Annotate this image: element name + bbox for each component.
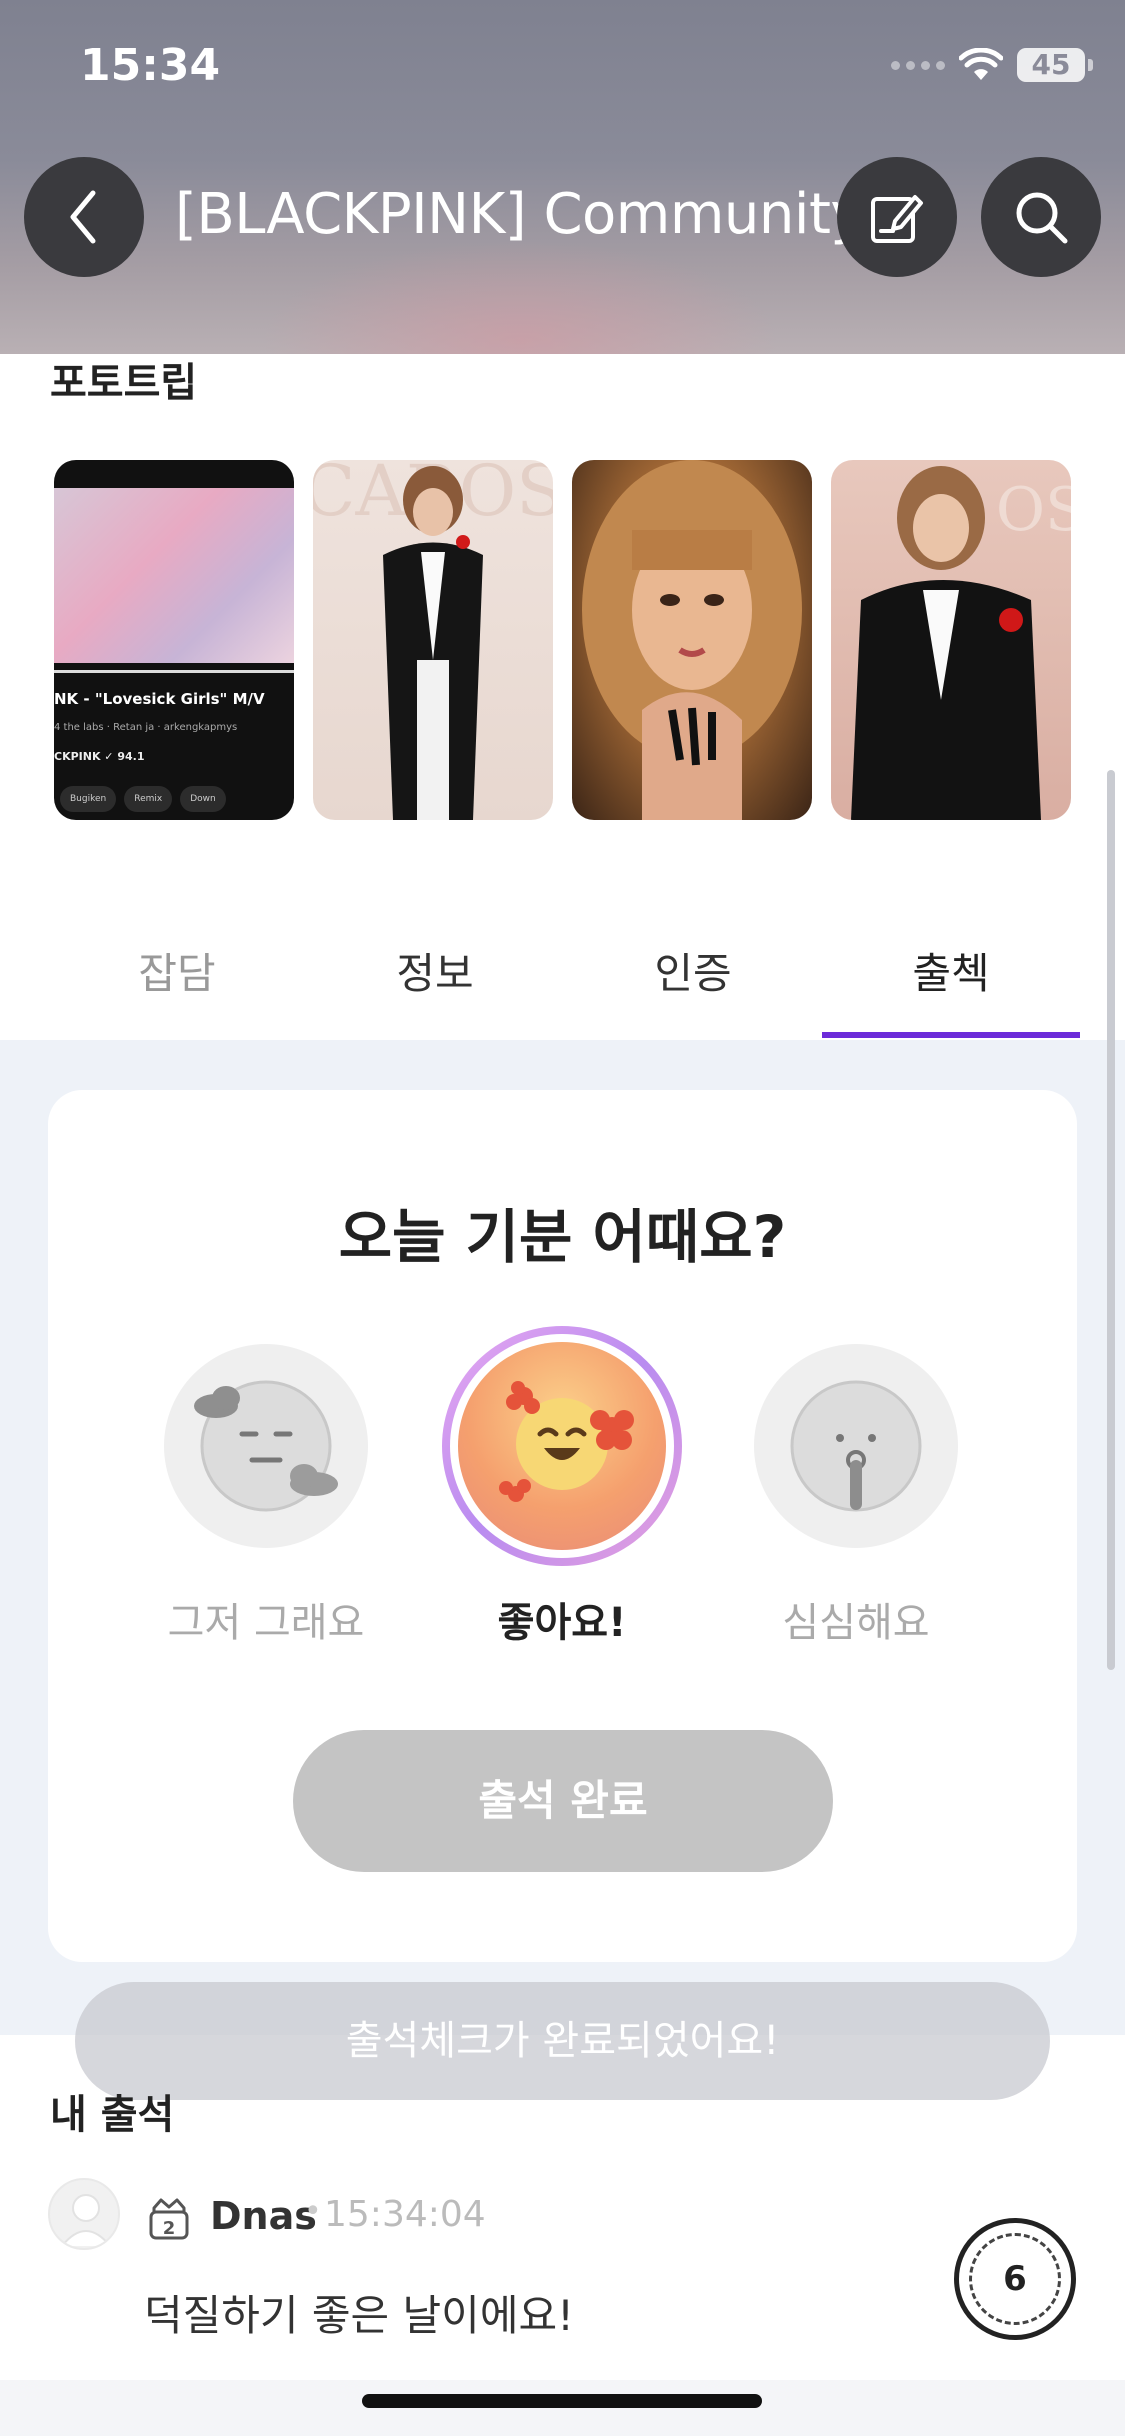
video-still xyxy=(54,488,294,663)
meh-face-icon xyxy=(194,1380,338,1512)
video-title: NK - "Lovesick Girls" M/V xyxy=(54,690,265,708)
person-photo xyxy=(582,460,802,820)
video-meta: 4 the labs · Retan ja · arkengkapmys xyxy=(54,722,238,733)
phototips-carousel[interactable]: NK - "Lovesick Girls" M/V 4 the labs · R… xyxy=(54,460,1071,820)
photo-thumbnail[interactable] xyxy=(572,460,812,820)
home-indicator xyxy=(362,2394,762,2408)
mood-card: 오늘 기분 어때요? 그저 그래요 좋아요! 심심해요 출석 완료 xyxy=(48,1090,1077,1962)
status-time: 15:34 xyxy=(80,40,221,91)
back-button[interactable] xyxy=(24,157,144,277)
tab-attendance[interactable]: 출첵 xyxy=(822,940,1080,1001)
svg-text:OS: OS xyxy=(996,475,1071,545)
attendance-comment: 2 Dnas • 15:34:04 덕질하기 좋은 날이에요! xyxy=(48,2178,1077,2378)
bored-face-icon xyxy=(790,1380,922,1512)
mood-option-good[interactable]: 좋아요! xyxy=(442,1326,682,1648)
search-button[interactable] xyxy=(981,157,1101,277)
write-button[interactable] xyxy=(837,157,957,277)
photo-thumbnail[interactable]: NK - "Lovesick Girls" M/V 4 the labs · R… xyxy=(54,460,294,820)
bottom-strip xyxy=(0,2380,1125,2436)
mood-option-bored[interactable]: 심심해요 xyxy=(754,1344,958,1648)
board-tabs: 잡담 정보 인증 출첵 xyxy=(0,900,1125,1040)
attendance-complete-button[interactable]: 출석 완료 xyxy=(293,1730,833,1872)
person-photo: OS xyxy=(851,466,1071,820)
search-icon xyxy=(1016,192,1068,244)
comment-time: 15:34:04 xyxy=(324,2194,486,2235)
signal-icon xyxy=(891,60,945,70)
mood-option-meh[interactable]: 그저 그래요 xyxy=(164,1344,368,1648)
battery-icon: 45 xyxy=(1017,48,1093,82)
photo-thumbnail[interactable]: CAROS xyxy=(313,460,553,820)
separator-dot: • xyxy=(304,2194,322,2229)
tab-info[interactable]: 정보 xyxy=(306,940,564,1001)
person-photo: CAROS xyxy=(313,460,553,820)
video-channel: CKPINK ✓ 94.1 xyxy=(54,750,145,763)
active-tab-indicator xyxy=(822,1032,1080,1038)
status-icons: 45 xyxy=(891,48,1093,82)
floating-count-button[interactable]: 6 xyxy=(954,2218,1076,2340)
photo-thumbnail[interactable]: OS xyxy=(831,460,1071,820)
phototips-title: 포토트립 xyxy=(50,360,198,406)
edit-icon xyxy=(871,195,923,243)
crown-level-icon: 2 xyxy=(149,2198,189,2240)
scrollbar[interactable] xyxy=(1107,770,1115,1670)
comment-text: 덕질하기 좋은 날이에요! xyxy=(144,2291,574,2340)
header: 15:34 45 [BLACKPINK] Community xyxy=(0,0,1125,354)
page-title: [BLACKPINK] Community xyxy=(175,182,864,247)
mood-label: 그저 그래요 xyxy=(167,1600,365,1646)
tab-verify[interactable]: 인증 xyxy=(564,940,822,1001)
tab-chat[interactable]: 잡담 xyxy=(48,940,306,1001)
default-avatar-icon xyxy=(61,2194,111,2247)
svg-text:2: 2 xyxy=(163,2218,176,2239)
count-value: 6 xyxy=(969,2233,1061,2325)
happy-face-icon xyxy=(499,1381,634,1502)
avatar[interactable] xyxy=(48,2178,120,2250)
mood-label: 심심해요 xyxy=(782,1600,930,1646)
author-name[interactable]: Dnas xyxy=(210,2194,317,2238)
mood-question: 오늘 기분 어때요? xyxy=(338,1203,787,1271)
chevron-left-icon xyxy=(70,190,96,244)
mood-label: 좋아요! xyxy=(497,1600,627,1646)
video-actions: Bugiken Remix Down xyxy=(60,786,226,812)
toast-message: 출석체크가 완료되었어요! xyxy=(75,1982,1050,2100)
my-attendance-title: 내 출석 xyxy=(50,2092,175,2138)
wifi-icon xyxy=(959,48,1003,80)
header-background-glow xyxy=(260,240,780,354)
